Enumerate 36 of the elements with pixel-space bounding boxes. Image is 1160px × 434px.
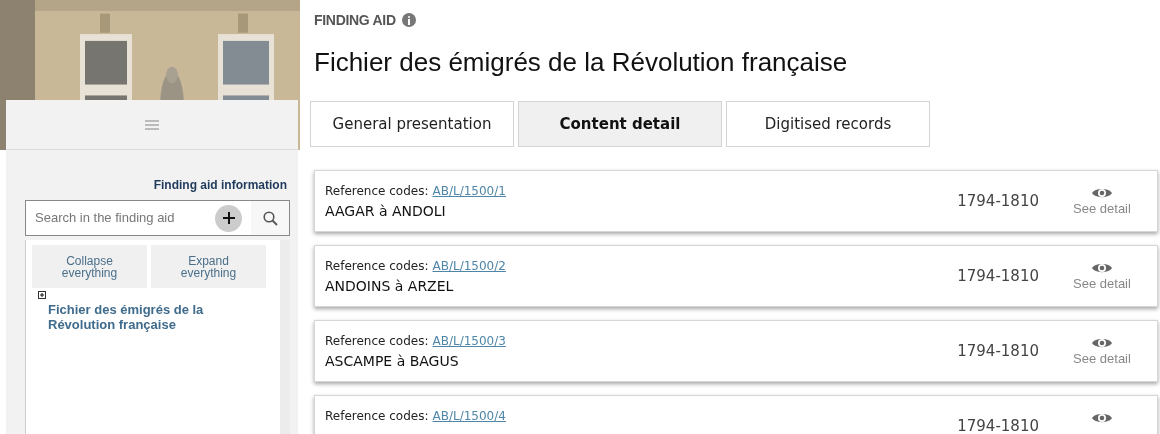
tab[interactable]: Content detail [518, 101, 722, 147]
tab[interactable]: Digitised records [726, 101, 930, 147]
expand-button[interactable]: Expand everything [151, 245, 266, 288]
reference-label: Reference codes: [325, 333, 429, 348]
search-field[interactable]: Search in the finding aid [25, 200, 290, 236]
see-detail-link[interactable]: See detail [1067, 185, 1137, 217]
add-button[interactable] [215, 204, 242, 232]
tab[interactable]: General presentation [310, 101, 514, 147]
record-dates: 1794-1810 [957, 415, 1039, 434]
record-dates: 1794-1810 [957, 190, 1039, 212]
tree-node-link[interactable]: Fichier des émigrés de la Révolution française [48, 302, 238, 332]
see-detail-link[interactable]: See detail [1067, 260, 1137, 292]
reference-link[interactable]: AB/L/1500/3 [432, 333, 506, 348]
finding-aid-kicker: FINDING AID [314, 10, 396, 30]
finding-aid-info-link[interactable]: Finding aid information [153, 176, 287, 194]
reference-link[interactable]: AB/L/1500/4 [432, 408, 506, 423]
reference-link[interactable]: AB/L/1500/1 [432, 183, 506, 198]
record-title: ANDOINS à ARZEL [325, 277, 455, 294]
collapse-button[interactable]: Collapse everything [32, 245, 147, 288]
plus-icon [222, 212, 235, 224]
search-input[interactable]: Search in the finding aid [26, 208, 215, 228]
search-button[interactable] [251, 201, 289, 235]
record-title: AAGAR à ANDOLI [325, 202, 447, 219]
page-title: Fichier des émigrés de la Révolution française [314, 47, 849, 77]
record-title: ASCAMPE à BAGUS [325, 352, 460, 369]
reference-label: Reference codes: [325, 408, 429, 423]
record-dates: 1794-1810 [957, 340, 1039, 362]
record-dates: 1794-1810 [957, 265, 1039, 287]
reference-link[interactable]: AB/L/1500/2 [432, 258, 506, 273]
search-icon [262, 210, 278, 226]
reference-label: Reference codes: [325, 258, 429, 273]
info-icon[interactable] [401, 13, 416, 27]
eye-icon [1091, 411, 1113, 425]
expand-node-icon[interactable] [38, 291, 46, 299]
see-detail-link[interactable]: See detail [1067, 335, 1137, 367]
reference-label: Reference codes: [325, 183, 429, 198]
